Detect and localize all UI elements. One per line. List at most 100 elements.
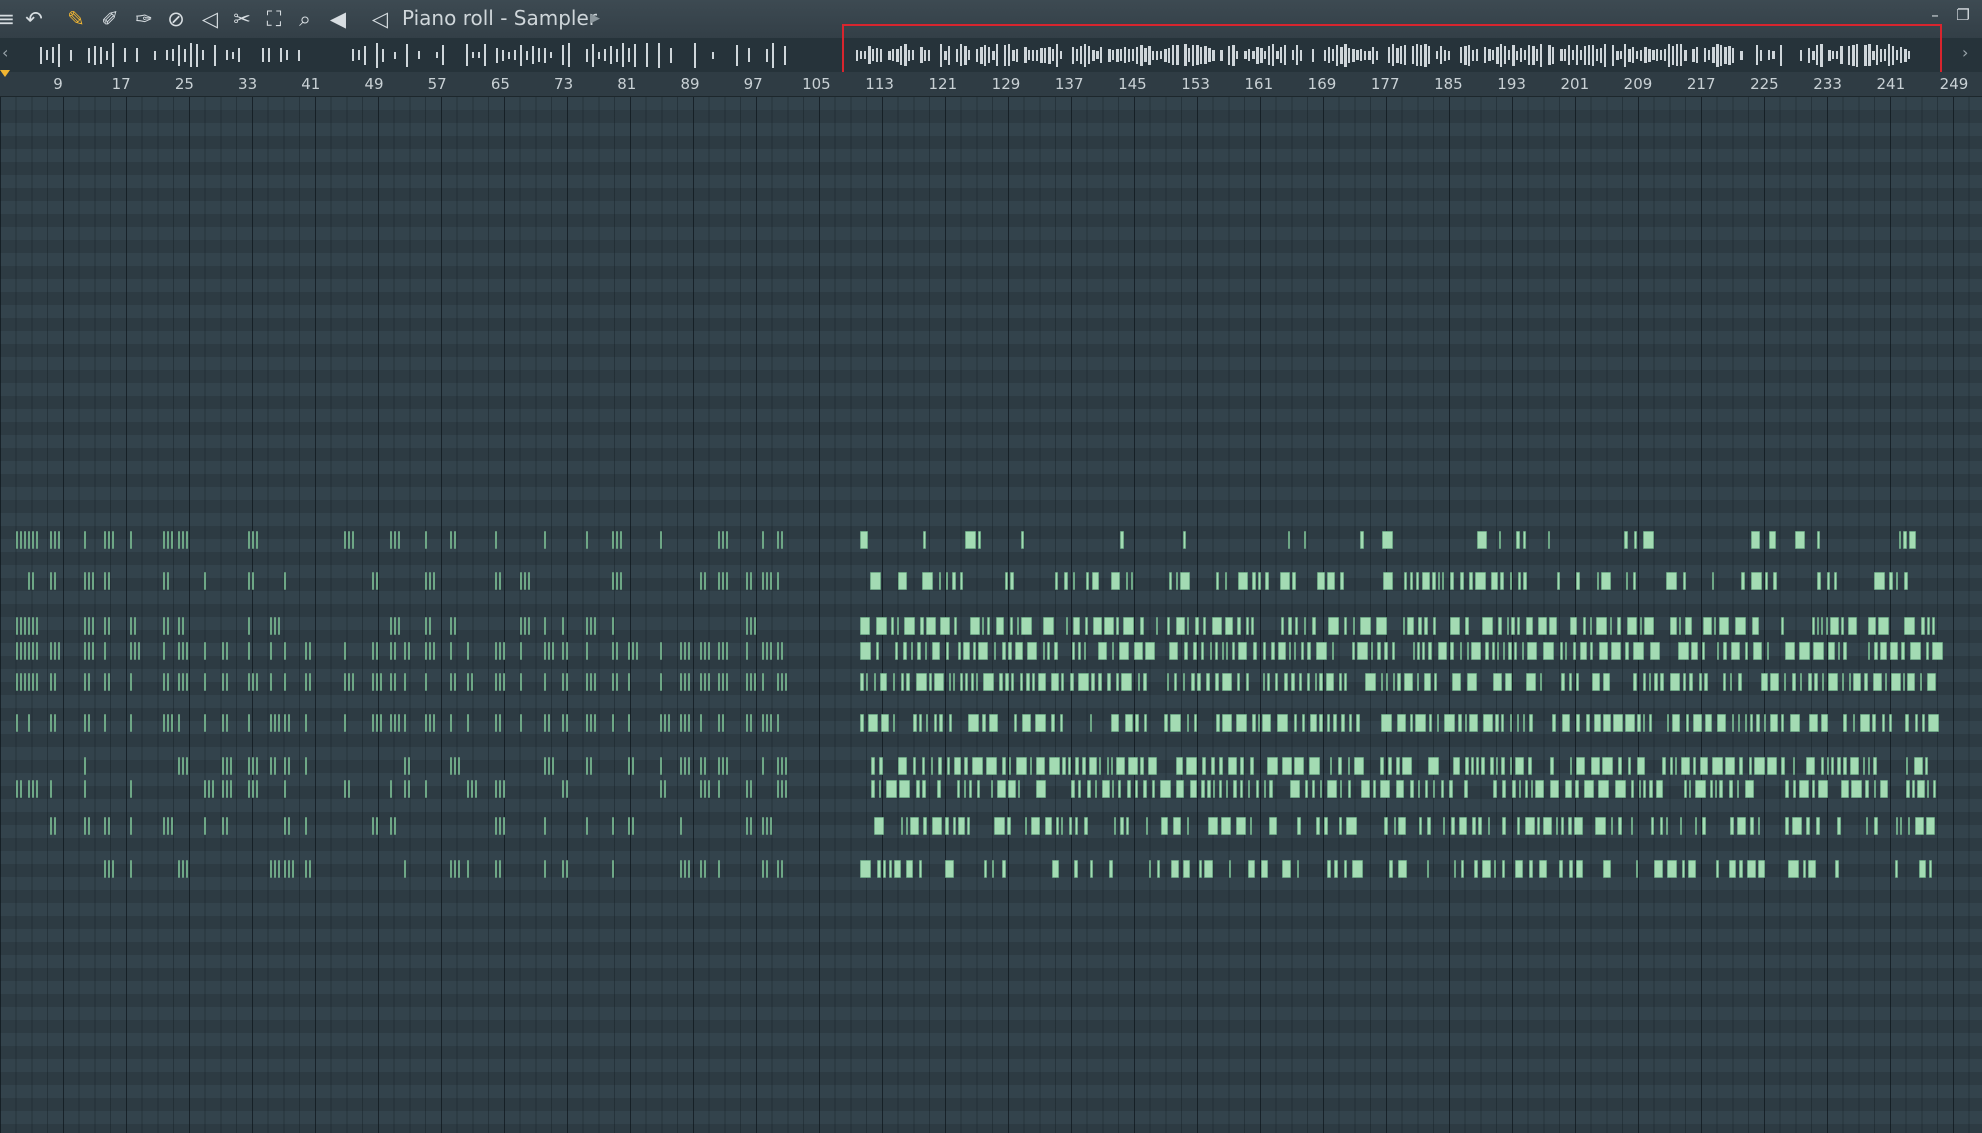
- note[interactable]: [1371, 642, 1373, 660]
- note[interactable]: [1316, 642, 1327, 660]
- note[interactable]: [1021, 617, 1032, 635]
- note[interactable]: [1396, 757, 1400, 775]
- note[interactable]: [879, 757, 883, 775]
- note[interactable]: [1394, 817, 1396, 835]
- note[interactable]: [932, 642, 940, 660]
- note[interactable]: [520, 673, 522, 691]
- note[interactable]: [499, 714, 501, 732]
- note[interactable]: [1576, 860, 1583, 878]
- note[interactable]: [1310, 714, 1317, 732]
- note[interactable]: [1654, 673, 1658, 691]
- note[interactable]: [1075, 817, 1078, 835]
- note[interactable]: [612, 673, 614, 691]
- note[interactable]: [680, 714, 682, 732]
- note[interactable]: [1560, 642, 1563, 660]
- note[interactable]: [1010, 572, 1014, 590]
- note[interactable]: [248, 714, 250, 732]
- note[interactable]: [746, 572, 748, 590]
- note[interactable]: [680, 860, 682, 878]
- note[interactable]: [1288, 617, 1292, 635]
- note[interactable]: [926, 714, 928, 732]
- note[interactable]: [1523, 714, 1525, 732]
- note[interactable]: [1140, 757, 1144, 775]
- note[interactable]: [1297, 860, 1299, 878]
- note[interactable]: [1294, 757, 1304, 775]
- note[interactable]: [499, 673, 501, 691]
- note[interactable]: [50, 673, 52, 691]
- note[interactable]: [1699, 673, 1702, 691]
- note[interactable]: [586, 714, 588, 732]
- note[interactable]: [1444, 714, 1455, 732]
- note[interactable]: [612, 531, 614, 549]
- note[interactable]: [226, 757, 228, 775]
- note[interactable]: [495, 860, 497, 878]
- note[interactable]: [1906, 757, 1908, 775]
- note[interactable]: [1691, 642, 1698, 660]
- note[interactable]: [965, 673, 968, 691]
- note[interactable]: [1089, 757, 1097, 775]
- note[interactable]: [1459, 817, 1467, 835]
- note[interactable]: [28, 617, 30, 635]
- note[interactable]: [939, 714, 943, 732]
- note[interactable]: [1191, 673, 1195, 691]
- note[interactable]: [1678, 642, 1689, 660]
- note[interactable]: [398, 714, 400, 732]
- note[interactable]: [1492, 642, 1495, 660]
- note[interactable]: [904, 617, 915, 635]
- note[interactable]: [1516, 531, 1520, 549]
- note[interactable]: [1511, 617, 1515, 635]
- note[interactable]: [1219, 757, 1223, 775]
- note[interactable]: [1072, 642, 1075, 660]
- note[interactable]: [1874, 572, 1885, 590]
- note[interactable]: [1928, 714, 1939, 732]
- note[interactable]: [1183, 673, 1185, 691]
- note[interactable]: [54, 572, 56, 590]
- note[interactable]: [1062, 757, 1066, 775]
- select-icon[interactable]: ⛶: [260, 5, 288, 33]
- note[interactable]: [178, 673, 180, 691]
- note[interactable]: [1548, 531, 1550, 549]
- note[interactable]: [1389, 860, 1393, 878]
- note[interactable]: [1737, 780, 1739, 798]
- note[interactable]: [475, 780, 477, 798]
- note[interactable]: [1381, 673, 1383, 691]
- note[interactable]: [903, 642, 907, 660]
- note[interactable]: [762, 817, 764, 835]
- note[interactable]: [1631, 817, 1633, 835]
- note[interactable]: [628, 757, 630, 775]
- note[interactable]: [305, 673, 307, 691]
- note[interactable]: [1404, 572, 1407, 590]
- note[interactable]: [726, 572, 728, 590]
- note[interactable]: [1761, 673, 1768, 691]
- note[interactable]: [112, 531, 114, 549]
- note[interactable]: [684, 714, 686, 732]
- note[interactable]: [528, 617, 530, 635]
- note[interactable]: [906, 673, 910, 691]
- note[interactable]: [524, 572, 526, 590]
- note[interactable]: [1280, 572, 1290, 590]
- note[interactable]: [1493, 673, 1502, 691]
- note[interactable]: [1348, 757, 1350, 775]
- note[interactable]: [467, 642, 469, 660]
- note[interactable]: [1526, 617, 1533, 635]
- note[interactable]: [1660, 817, 1663, 835]
- note[interactable]: [284, 642, 286, 660]
- note[interactable]: [860, 673, 864, 691]
- note[interactable]: [1478, 817, 1482, 835]
- note[interactable]: [163, 617, 165, 635]
- note[interactable]: [718, 860, 720, 878]
- note[interactable]: [1872, 714, 1876, 732]
- note[interactable]: [1173, 817, 1181, 835]
- note[interactable]: [1135, 780, 1138, 798]
- note[interactable]: [1580, 642, 1587, 660]
- note[interactable]: [590, 673, 592, 691]
- note[interactable]: [750, 572, 752, 590]
- note[interactable]: [958, 817, 965, 835]
- note[interactable]: [1634, 531, 1637, 549]
- note[interactable]: [704, 673, 706, 691]
- note[interactable]: [256, 531, 258, 549]
- note[interactable]: [680, 673, 682, 691]
- note[interactable]: [1326, 673, 1334, 691]
- note[interactable]: [270, 714, 272, 732]
- note[interactable]: [982, 714, 986, 732]
